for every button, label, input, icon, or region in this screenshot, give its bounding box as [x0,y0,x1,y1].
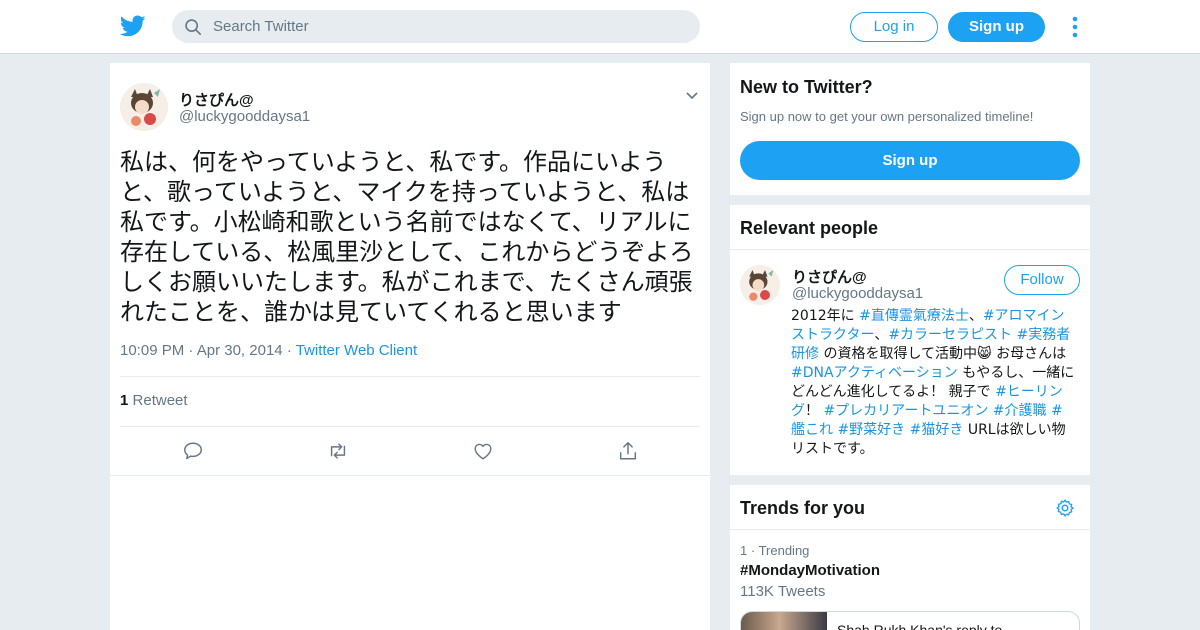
trends-panel: Trends for you 1 · Trending #MondayMotiv… [730,485,1090,630]
retweet-stat-label: Retweet [132,392,188,409]
like-heart-icon[interactable] [472,440,494,462]
person-handle[interactable]: @luckygooddaysa1 [792,285,923,302]
hashtag-link[interactable]: #プレカリアートユニオン [823,403,988,419]
retweet-stats[interactable]: 1 Retweet [120,392,188,409]
share-icon[interactable] [617,440,639,462]
tweet-client-link[interactable]: Twitter Web Client [296,342,417,359]
reply-icon[interactable] [182,440,204,462]
avatar-image [120,83,168,131]
person-name[interactable]: りさぴん@ [792,266,867,287]
log-in-button[interactable]: Log in [850,12,938,42]
bio-text: ！ [805,403,824,419]
hashtag-link[interactable]: #DNAアクティベーション [791,365,958,381]
chevron-down-icon[interactable] [685,91,699,101]
sign-up-button[interactable]: Sign up [948,12,1045,42]
tweet-card: りさぴん@ @luckygooddaysa1 私は、何をやっていようと、私です。… [110,63,710,630]
hashtag-link[interactable]: #猫好き [910,422,964,438]
search-input[interactable] [213,10,683,43]
person-avatar[interactable] [740,265,780,305]
twitter-bird-icon[interactable] [120,13,146,39]
hashtag-link[interactable]: #直傳霊氣療法士 [859,308,969,324]
divider [120,426,700,427]
meta-separator: · [286,342,296,359]
trend-tweet-count: 113K Tweets [740,583,826,600]
author-name[interactable]: りさぴん@ [179,89,254,110]
follow-button[interactable]: Follow [1004,265,1080,295]
trend-name-link[interactable]: #MondayMotivation [740,562,880,579]
meta-separator: · [188,342,197,359]
news-thumbnail [741,612,827,630]
bio-text: 、 [968,308,983,324]
divider [730,249,1090,250]
tweet-meta: 10:09 PM · Apr 30, 2014 · Twitter Web Cl… [120,342,417,359]
divider [730,529,1090,530]
avatar-image [740,265,780,305]
panel-title: Relevant people [740,218,879,238]
trend-context: 1 · Trending [740,543,809,558]
more-options-icon[interactable] [1071,16,1079,38]
hashtag-link[interactable]: #野菜好き [837,422,905,438]
panel-title: Trends for you [740,498,866,518]
search-box [172,10,700,43]
bio-text: 、 [874,327,889,343]
sign-up-wide-button[interactable]: Sign up [740,141,1080,180]
bio-text: 2012年に [791,308,860,324]
trend-rank: 1 [740,543,748,558]
trend-context-label: Trending [758,543,810,558]
author-avatar[interactable] [120,83,168,131]
trend-news-card[interactable]: Shah Rukh Khan's reply to [740,611,1080,630]
search-icon [185,19,202,36]
panel-subtitle: Sign up now to get your own personalized… [740,109,1034,124]
context-separator: · [750,543,759,558]
tweet-text: 私は、何をやっていようと、私です。作品にいようと、歌っていようと、マイクを持って… [120,148,694,326]
retweet-count: 1 [120,392,129,409]
gear-icon[interactable] [1055,498,1075,518]
divider [110,475,710,476]
author-handle[interactable]: @luckygooddaysa1 [179,108,310,125]
relevant-people-panel: Relevant people りさぴん@ @luckygooddaysa1 F… [730,205,1090,475]
hashtag-link[interactable]: #カラーセラピスト [888,327,1012,343]
divider [120,376,700,377]
new-to-twitter-panel: New to Twitter? Sign up now to get your … [730,63,1090,195]
panel-title: New to Twitter? [740,77,873,97]
retweet-icon[interactable] [327,440,349,462]
top-navigation-bar: Log in Sign up [0,0,1200,54]
person-bio: 2012年に #直傳霊氣療法士、#アロマインストラクター、#カラーセラピスト #… [791,307,1076,459]
hashtag-link[interactable]: #介護職 [993,403,1047,419]
news-headline: Shah Rukh Khan's reply to [837,622,1003,630]
tweet-time[interactable]: 10:09 PM [120,342,184,359]
bio-text: の資格を取得して活動中😸 お母さんは [819,346,1067,362]
tweet-date[interactable]: Apr 30, 2014 [197,342,283,359]
